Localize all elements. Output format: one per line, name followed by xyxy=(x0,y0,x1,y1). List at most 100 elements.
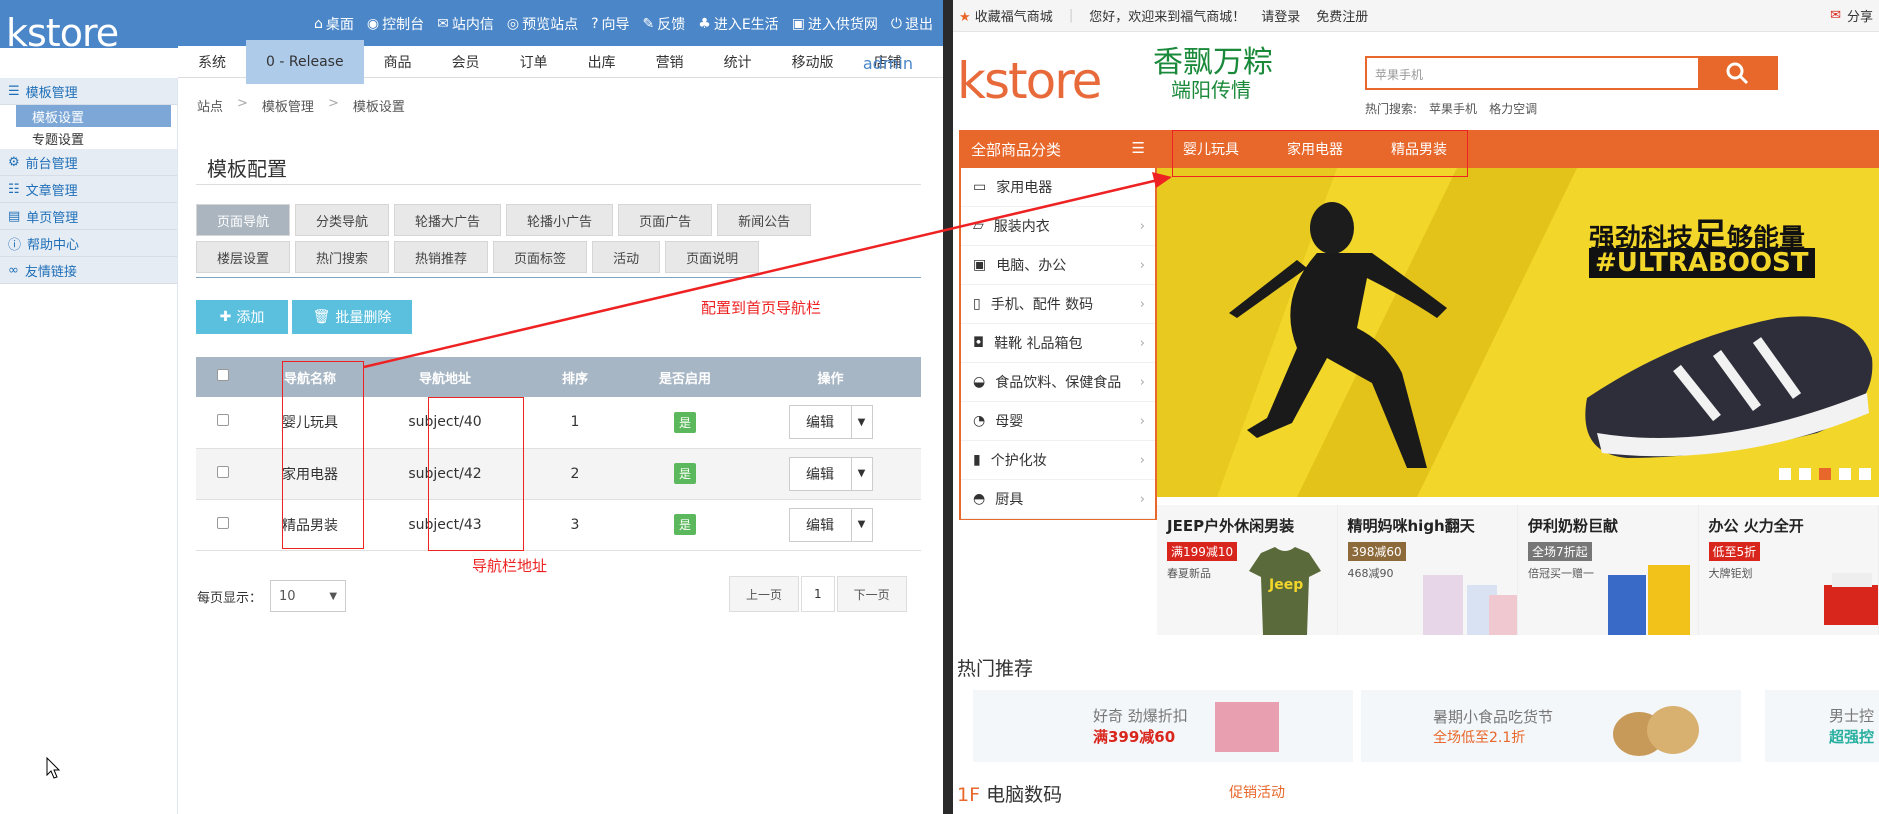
promo-tile[interactable]: 伊利奶粉巨献 全场7折起 倍冠买一赠一 xyxy=(1518,505,1699,635)
tab-page-tags[interactable]: 页面标签 xyxy=(493,241,588,273)
hot-term[interactable]: 苹果手机 xyxy=(1429,100,1477,117)
category-item[interactable]: ▱ 服装内衣 › xyxy=(961,207,1155,246)
edit-button[interactable]: 编辑 xyxy=(790,457,852,490)
top-link-guide[interactable]: ? 向导 xyxy=(591,14,629,34)
nav-release[interactable]: 0 - Release xyxy=(246,39,364,84)
breadcrumb-template[interactable]: 模板管理 xyxy=(262,96,314,115)
recommend-card[interactable]: 好奇 劲爆折扣 满399减60 xyxy=(973,690,1353,762)
sidebar-subitem-template-settings[interactable]: 模板设置 xyxy=(16,105,171,127)
category-item[interactable]: ▮ 个护化妆 › xyxy=(961,441,1155,480)
edit-button[interactable]: 编辑 xyxy=(790,508,852,541)
top-link-supply[interactable]: ▣ 进入供货网 xyxy=(792,14,878,34)
sidebar-item-single-page[interactable]: ▤ 单页管理 xyxy=(0,203,177,230)
nav-orders[interactable]: 订单 xyxy=(500,52,568,72)
window-divider[interactable] xyxy=(943,0,953,814)
top-link-elife[interactable]: ♣ 进入E生活 xyxy=(698,14,778,34)
admin-sidebar: ☰ 模板管理 模板设置 专题设置 ⚙ 前台管理 ☷ 文章管理 ▤ 单页管理 ⓘ 帮助中心 … xyxy=(0,78,178,814)
mail-icon: ✉ xyxy=(437,16,449,32)
prev-page-button[interactable]: 上一页 xyxy=(729,576,800,612)
nav-mobile[interactable]: 移动版 xyxy=(772,52,854,72)
store-window: ★ 收藏福气商城 | 您好，欢迎来到福气商城！ 请登录 免费注册 ✉ 分享 kst… xyxy=(953,0,1879,814)
carousel-dot[interactable] xyxy=(1859,468,1871,480)
caret-down-icon[interactable]: ▼ xyxy=(852,406,872,438)
tab-activity[interactable]: 活动 xyxy=(592,241,661,273)
top-link-messages[interactable]: ✉ 站内信 xyxy=(437,14,494,34)
bulk-delete-button[interactable]: 🗑 批量删除 xyxy=(292,300,412,334)
cell-actions: 编辑 ▼ xyxy=(740,397,921,449)
edit-button[interactable]: 编辑 xyxy=(790,406,852,439)
recommend-card[interactable]: 暑期小食品吃货节 全场低至2.1折 xyxy=(1361,690,1741,762)
next-page-button[interactable]: 下一页 xyxy=(836,576,907,612)
select-all-checkbox[interactable] xyxy=(217,369,229,381)
sidebar-item-frontend[interactable]: ⚙ 前台管理 xyxy=(0,149,177,176)
row-checkbox[interactable] xyxy=(217,465,229,478)
admin-user-menu[interactable]: admin xyxy=(863,54,913,73)
all-categories[interactable]: 全部商品分类 ☰ xyxy=(959,139,1157,160)
floor-tab-promotion[interactable]: 促销活动 xyxy=(1229,782,1285,802)
nav-goods[interactable]: 商品 xyxy=(364,52,432,72)
store-logo[interactable]: kstore xyxy=(957,56,1102,106)
row-checkbox[interactable] xyxy=(217,414,229,427)
share-link[interactable]: ✉ 分享 xyxy=(1830,6,1873,25)
diaper-pack-image xyxy=(1215,702,1279,752)
tab-small-carousel[interactable]: 轮播小广告 xyxy=(506,204,614,236)
top-link-preview[interactable]: ◎ 预览站点 xyxy=(507,14,578,34)
per-page-select[interactable]: 10 ▼ xyxy=(270,580,347,612)
category-item[interactable]: ▣ 电脑、办公 › xyxy=(961,246,1155,285)
nav-members[interactable]: 会员 xyxy=(432,52,500,72)
nav-system[interactable]: 系统 xyxy=(178,52,246,72)
recommend-card[interactable]: 男士控 超强控 xyxy=(1765,690,1879,762)
breadcrumb-sep: > xyxy=(237,96,248,111)
tab-page-desc[interactable]: 页面说明 xyxy=(665,241,760,273)
sidebar-item-articles[interactable]: ☷ 文章管理 xyxy=(0,176,177,203)
page-1-button[interactable]: 1 xyxy=(801,576,835,612)
row-checkbox[interactable] xyxy=(217,516,229,529)
tab-big-carousel[interactable]: 轮播大广告 xyxy=(394,204,502,236)
breadcrumb-site[interactable]: 站点 xyxy=(197,96,223,115)
login-link[interactable]: 请登录 xyxy=(1261,6,1300,25)
carousel-dot[interactable] xyxy=(1799,468,1811,480)
caret-down-icon[interactable]: ▼ xyxy=(852,509,872,541)
category-item[interactable]: ◒ 食品饮料、保健食品 › xyxy=(961,363,1155,402)
carousel-dot[interactable] xyxy=(1839,468,1851,480)
top-link-feedback[interactable]: ✎ 反馈 xyxy=(643,14,686,34)
sidebar-item-links[interactable]: ∞ 友情链接 xyxy=(0,257,177,284)
category-item[interactable]: ▯ 手机、配件 数码 › xyxy=(961,285,1155,324)
nav-stats[interactable]: 统计 xyxy=(704,52,772,72)
promo-tile[interactable]: 办公 火力全开 低至5折 大牌钜划 xyxy=(1698,505,1879,635)
carousel-dot-active[interactable] xyxy=(1819,468,1831,480)
gear-icon: ⚙ xyxy=(8,154,20,170)
search-input[interactable]: 苹果手机 xyxy=(1367,58,1698,88)
caret-down-icon[interactable]: ▼ xyxy=(852,458,872,490)
search-button[interactable] xyxy=(1698,58,1776,88)
add-button[interactable]: ✚ 添加 xyxy=(196,300,288,334)
clothes-icon: ▱ xyxy=(973,218,984,234)
sidebar-subitem-topic-settings[interactable]: 专题设置 xyxy=(0,127,177,149)
cell-order: 3 xyxy=(520,499,630,551)
category-item[interactable]: ▭ 家用电器 xyxy=(961,168,1155,207)
nav-outbound[interactable]: 出库 xyxy=(568,52,636,72)
top-link-logout[interactable]: ⏻ 退出 xyxy=(891,14,933,34)
hot-term[interactable]: 格力空调 xyxy=(1489,100,1537,117)
tab-page-nav[interactable]: 页面导航 xyxy=(196,204,291,236)
tab-category-nav[interactable]: 分类导航 xyxy=(295,204,390,236)
top-link-console[interactable]: ◉ 控制台 xyxy=(367,14,424,34)
register-link[interactable]: 免费注册 xyxy=(1316,6,1368,25)
promo-tile[interactable]: 精明妈咪high翻天 398减60 468减90 xyxy=(1337,505,1518,635)
hero-banner[interactable]: 强劲科技足够能量 #ULTRABOOST xyxy=(1157,168,1879,497)
sidebar-item-template[interactable]: ☰ 模板管理 xyxy=(0,78,177,105)
tab-hot-search[interactable]: 热门搜索 xyxy=(295,241,390,273)
category-item[interactable]: ◓ 厨具 › xyxy=(961,480,1155,519)
tab-floor[interactable]: 楼层设置 xyxy=(196,241,291,273)
promo-tile[interactable]: JEEP户外休闲男装 满199减10 春夏新品 Jeep xyxy=(1157,505,1338,635)
tab-hot-sale[interactable]: 热销推荐 xyxy=(394,241,489,273)
tab-news[interactable]: 新闻公告 xyxy=(717,204,812,236)
category-item[interactable]: ◔ 母婴 › xyxy=(961,402,1155,441)
top-link-desktop[interactable]: ⌂ 桌面 xyxy=(314,14,354,34)
carousel-dot[interactable] xyxy=(1779,468,1791,480)
favorite-link[interactable]: ★ 收藏福气商城 xyxy=(959,6,1053,25)
sidebar-item-help[interactable]: ⓘ 帮助中心 xyxy=(0,230,177,257)
tab-page-ads[interactable]: 页面广告 xyxy=(618,204,713,236)
category-item[interactable]: ◘ 鞋靴 礼品箱包 › xyxy=(961,324,1155,363)
nav-marketing[interactable]: 营销 xyxy=(636,52,704,72)
